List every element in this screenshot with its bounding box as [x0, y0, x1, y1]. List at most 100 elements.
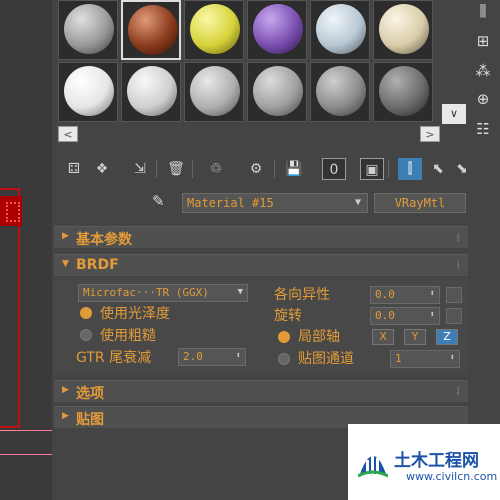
chevron-down-icon: ▼: [237, 287, 243, 297]
show-end-result-icon[interactable]: ⫿: [398, 158, 422, 180]
material-ball: [127, 66, 177, 116]
sample-slot[interactable]: [247, 62, 307, 122]
sample-slot[interactable]: [121, 62, 181, 122]
anisotropy-label: 各向异性: [274, 287, 330, 303]
sample-slot[interactable]: [310, 62, 370, 122]
use-roughness-label: 使用粗糙: [100, 328, 156, 344]
sample-slot[interactable]: [184, 62, 244, 122]
material-id-channel-button[interactable]: 0: [322, 158, 346, 180]
scroll-down-button[interactable]: ∨: [442, 104, 466, 124]
prev-slots-button[interactable]: <: [58, 126, 78, 142]
map-channel-spinner[interactable]: 1 ⬍: [390, 350, 460, 368]
put-to-library-icon[interactable]: ⚙: [244, 158, 268, 180]
eyedropper-icon[interactable]: ✎: [152, 192, 165, 210]
brdf-type-dropdown[interactable]: Microfac···TR (GGX) ▼: [78, 284, 248, 302]
collapsed-triangle-icon: ▶: [62, 411, 69, 421]
rollout-brdf[interactable]: ▼ BRDF ⁞: [54, 254, 468, 276]
material-ball: [316, 66, 366, 116]
save-material-icon[interactable]: 💾: [282, 158, 306, 180]
anisotropy-map-button[interactable]: [446, 287, 462, 303]
rotation-map-button[interactable]: [446, 308, 462, 324]
sample-slot[interactable]: [373, 62, 433, 122]
material-ball: [316, 4, 366, 54]
chevron-down-icon: ▼: [354, 197, 361, 208]
sample-type-icon[interactable]: ⫼: [472, 0, 494, 22]
toolbar-divider: [274, 160, 275, 178]
selected-object: [0, 196, 22, 226]
toolbar-divider: [388, 160, 389, 178]
use-roughness-radio[interactable]: [80, 329, 92, 341]
brdf-params: Microfac···TR (GGX) ▼ 使用光泽度 使用粗糙 GTR 尾衰减…: [54, 278, 468, 374]
go-to-parent-icon[interactable]: ⬉: [426, 158, 450, 180]
collapsed-triangle-icon: ▶: [62, 385, 69, 395]
rotation-value: 0.0: [375, 309, 395, 322]
options-icon[interactable]: ⊕: [472, 88, 494, 110]
anisotropy-value: 0.0: [375, 288, 395, 301]
gtr-tail-spinner[interactable]: 2.0 ⬍: [178, 348, 246, 366]
site-logo-icon: [358, 454, 388, 478]
axis-z-button[interactable]: Z: [436, 329, 458, 345]
spinner-arrows-icon: ⬍: [449, 353, 455, 363]
rollout-options[interactable]: ▶ 选项 ⁞: [54, 380, 468, 402]
sample-slot[interactable]: [58, 0, 118, 60]
use-glossiness-radio[interactable]: [80, 307, 92, 319]
spinner-arrows-icon: ⬍: [429, 310, 435, 320]
material-ball: [379, 66, 429, 116]
rollout-title: 选项: [76, 386, 104, 402]
toolbar-divider: [192, 160, 193, 178]
rollout-basic-params[interactable]: ▶ 基本参数 ⁞: [54, 226, 468, 248]
material-ball: [253, 4, 303, 54]
material-ball: [253, 66, 303, 116]
sample-slot[interactable]: [373, 0, 433, 60]
brdf-type-value: Microfac···TR (GGX): [83, 286, 209, 299]
assign-to-selection-icon[interactable]: ⇲: [128, 158, 152, 180]
sample-slot[interactable]: [247, 0, 307, 60]
rollout-title: BRDF: [76, 257, 119, 273]
expanded-triangle-icon: ▼: [62, 259, 69, 269]
rollout-title: 贴图: [76, 412, 104, 428]
rollout-pin-icon: ⁞: [456, 259, 461, 272]
map-channel-value: 1: [395, 352, 402, 365]
map-channel-radio[interactable]: [278, 353, 290, 365]
make-unique-icon[interactable]: ♲: [204, 158, 228, 180]
rollout-title: 基本参数: [76, 232, 132, 248]
watermark-url: www.civilcn.com: [406, 470, 498, 483]
material-ball: [64, 4, 114, 54]
axis-y-button[interactable]: Y: [404, 329, 426, 345]
rotation-spinner[interactable]: 0.0 ⬍: [370, 307, 440, 325]
toolbar-divider: [156, 160, 157, 178]
material-ball: [190, 66, 240, 116]
backlight-icon[interactable]: ⊞: [472, 30, 494, 52]
spinner-arrows-icon: ⬍: [235, 351, 241, 361]
viewport-strip[interactable]: [0, 0, 52, 500]
material-name-row: ✎ Material #15 ▼ VRayMtl: [52, 192, 468, 216]
background-icon[interactable]: ⁂: [472, 60, 494, 82]
select-by-material-icon[interactable]: ☷: [472, 118, 494, 140]
material-name-field[interactable]: Material #15 ▼: [182, 193, 368, 213]
sample-slot[interactable]: [58, 62, 118, 122]
show-map-in-viewport-icon[interactable]: ▣: [360, 158, 384, 180]
rollout-pin-icon: ⁞: [456, 385, 461, 398]
axis-x-button[interactable]: X: [372, 329, 394, 345]
get-material-icon[interactable]: ⚃: [62, 158, 86, 180]
material-ball: [379, 4, 429, 54]
material-ball: [128, 5, 178, 55]
material-type-button[interactable]: VRayMtl: [374, 193, 466, 213]
sample-slot-grid: [58, 0, 440, 122]
watermark-name: 土木工程网: [394, 451, 479, 471]
next-slots-button[interactable]: >: [420, 126, 440, 142]
rollout-pin-icon: ⁞: [456, 231, 461, 244]
map-channel-label: 贴图通道: [298, 351, 354, 367]
put-to-scene-icon[interactable]: ❖: [90, 158, 114, 180]
sample-slot[interactable]: [310, 0, 370, 60]
material-toolbar: ⚃ ❖ ⇲ 🗑 ♲ ⚙ 💾 0 ▣ ⫿ ⬉ ⬊: [52, 152, 468, 186]
sample-slot-active[interactable]: [121, 0, 181, 60]
sample-slot[interactable]: [184, 0, 244, 60]
delete-icon[interactable]: 🗑: [164, 158, 188, 180]
local-axis-label: 局部轴: [298, 329, 340, 345]
viewport-line: [0, 454, 52, 455]
material-ball: [190, 4, 240, 54]
gtr-tail-label: GTR 尾衰减: [76, 350, 152, 366]
anisotropy-spinner[interactable]: 0.0 ⬍: [370, 286, 440, 304]
local-axis-radio[interactable]: [278, 331, 290, 343]
